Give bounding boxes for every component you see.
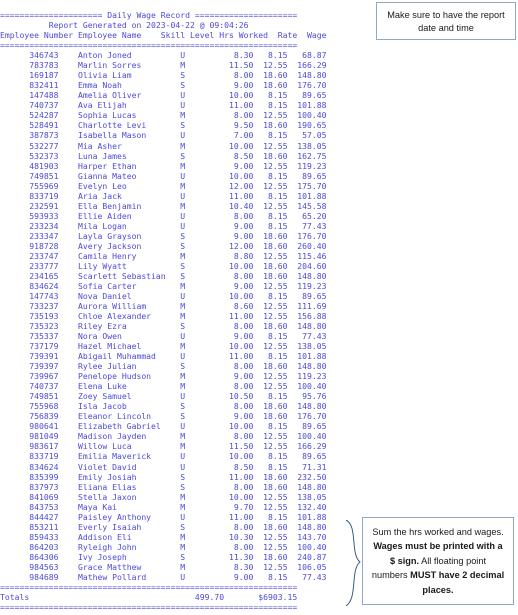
annotation-totals-part1: Sum the hrs worked and wages. bbox=[372, 527, 504, 537]
annotation-date-time: Make sure to have the report date and ti… bbox=[376, 2, 516, 40]
annotation-totals-bold2: MUST have 2 decimal places. bbox=[410, 570, 505, 595]
annotation-totals-format: Sum the hrs worked and wages. Wages must… bbox=[362, 517, 514, 605]
annotation-date-time-line2: date and time bbox=[418, 23, 474, 33]
annotation-date-time-line1: Make sure to have the report bbox=[387, 10, 505, 20]
wage-report-console: ===================== Daily Wage Record … bbox=[0, 10, 327, 612]
